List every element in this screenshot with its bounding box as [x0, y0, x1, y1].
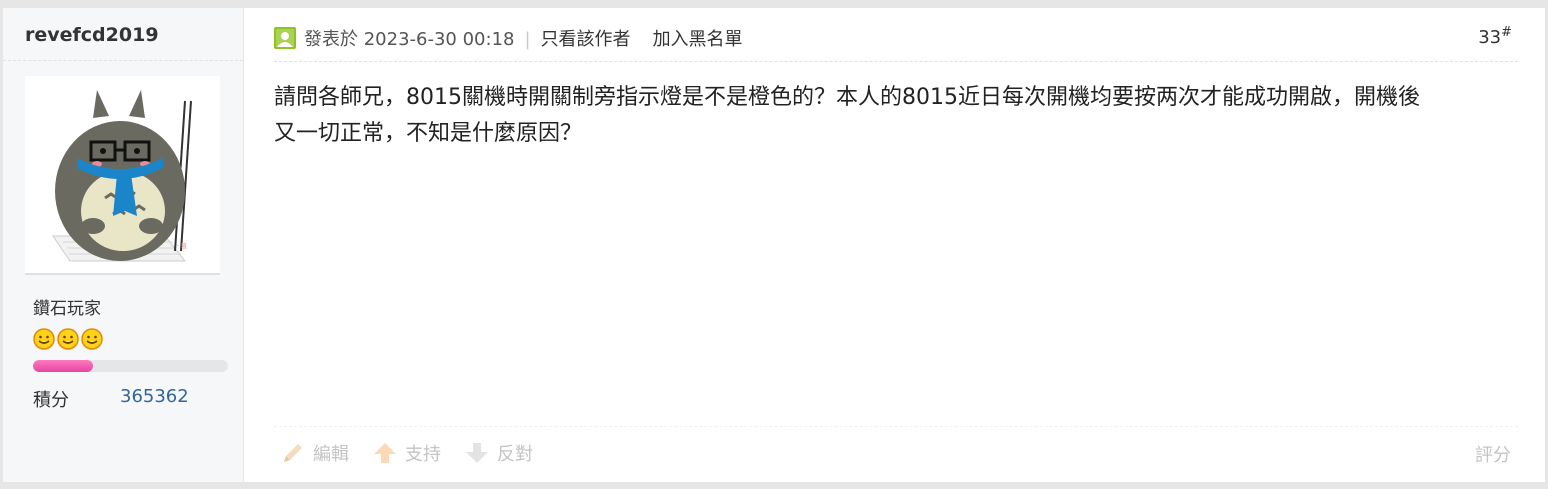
smiley-star-icon	[33, 328, 55, 350]
meta-separator: |	[524, 29, 531, 50]
header-divider	[274, 61, 1518, 62]
post-content: 請問各師兄，8015關機時開關制旁指示燈是不是橙色的？本人的8015近日每次開機…	[274, 80, 1518, 152]
author-username[interactable]: revefcd2019	[25, 24, 159, 46]
blacklist-link[interactable]: 加入黑名單	[653, 29, 743, 50]
user-group-title: 鑽石玩家	[33, 299, 101, 319]
level-progress-bar	[33, 360, 228, 372]
sidebar-divider	[3, 60, 243, 61]
floor-value: 33	[1478, 27, 1502, 48]
author-sidebar: revefcd2019 · 瑄 鑽石玩家 積分 365362	[3, 8, 244, 482]
svg-text:· 瑄: · 瑄	[177, 242, 187, 250]
smiley-star-icon	[81, 328, 103, 350]
post-header: 發表於 2023-6-30 00:18 | 只看該作者 加入黑名單 33#	[274, 25, 1518, 55]
floor-number[interactable]: 33#	[1478, 25, 1512, 48]
rate-button[interactable]: 評分	[1475, 441, 1511, 467]
avatar[interactable]: · 瑄	[25, 76, 220, 275]
oppose-button[interactable]: 反對	[465, 440, 533, 466]
points-value[interactable]: 365362	[120, 386, 189, 407]
arrow-up-icon	[374, 443, 396, 463]
post-container: revefcd2019 · 瑄 鑽石玩家 積分 365362 發表於 2023-…	[3, 8, 1545, 482]
smiley-star-icon	[57, 328, 79, 350]
post-actions: 編輯 支持 反對	[281, 440, 557, 466]
user-stars	[33, 328, 103, 350]
post-content-line: 請問各師兄，8015關機時開關制旁指示燈是不是橙色的？本人的8015近日每次開機…	[274, 85, 1420, 110]
edit-button[interactable]: 編輯	[281, 440, 349, 466]
support-button[interactable]: 支持	[373, 440, 441, 466]
edit-label: 編輯	[313, 444, 349, 465]
actions-divider	[274, 426, 1518, 427]
post-time: 發表於 2023-6-30 00:18	[304, 29, 515, 50]
post-meta: 發表於 2023-6-30 00:18 | 只看該作者 加入黑名單	[304, 25, 743, 51]
oppose-label: 反對	[497, 444, 533, 465]
post-content-line: 又一切正常，不知是什麼原因？	[274, 121, 583, 146]
points-label: 積分	[33, 390, 69, 411]
online-status-icon	[274, 27, 296, 49]
level-progress-fill	[33, 360, 94, 372]
pencil-icon	[284, 444, 302, 462]
arrow-down-icon	[466, 443, 488, 463]
avatar-image: · 瑄	[52, 90, 192, 262]
support-label: 支持	[405, 444, 441, 465]
floor-suffix: #	[1501, 25, 1512, 40]
only-author-link[interactable]: 只看該作者	[541, 29, 631, 50]
